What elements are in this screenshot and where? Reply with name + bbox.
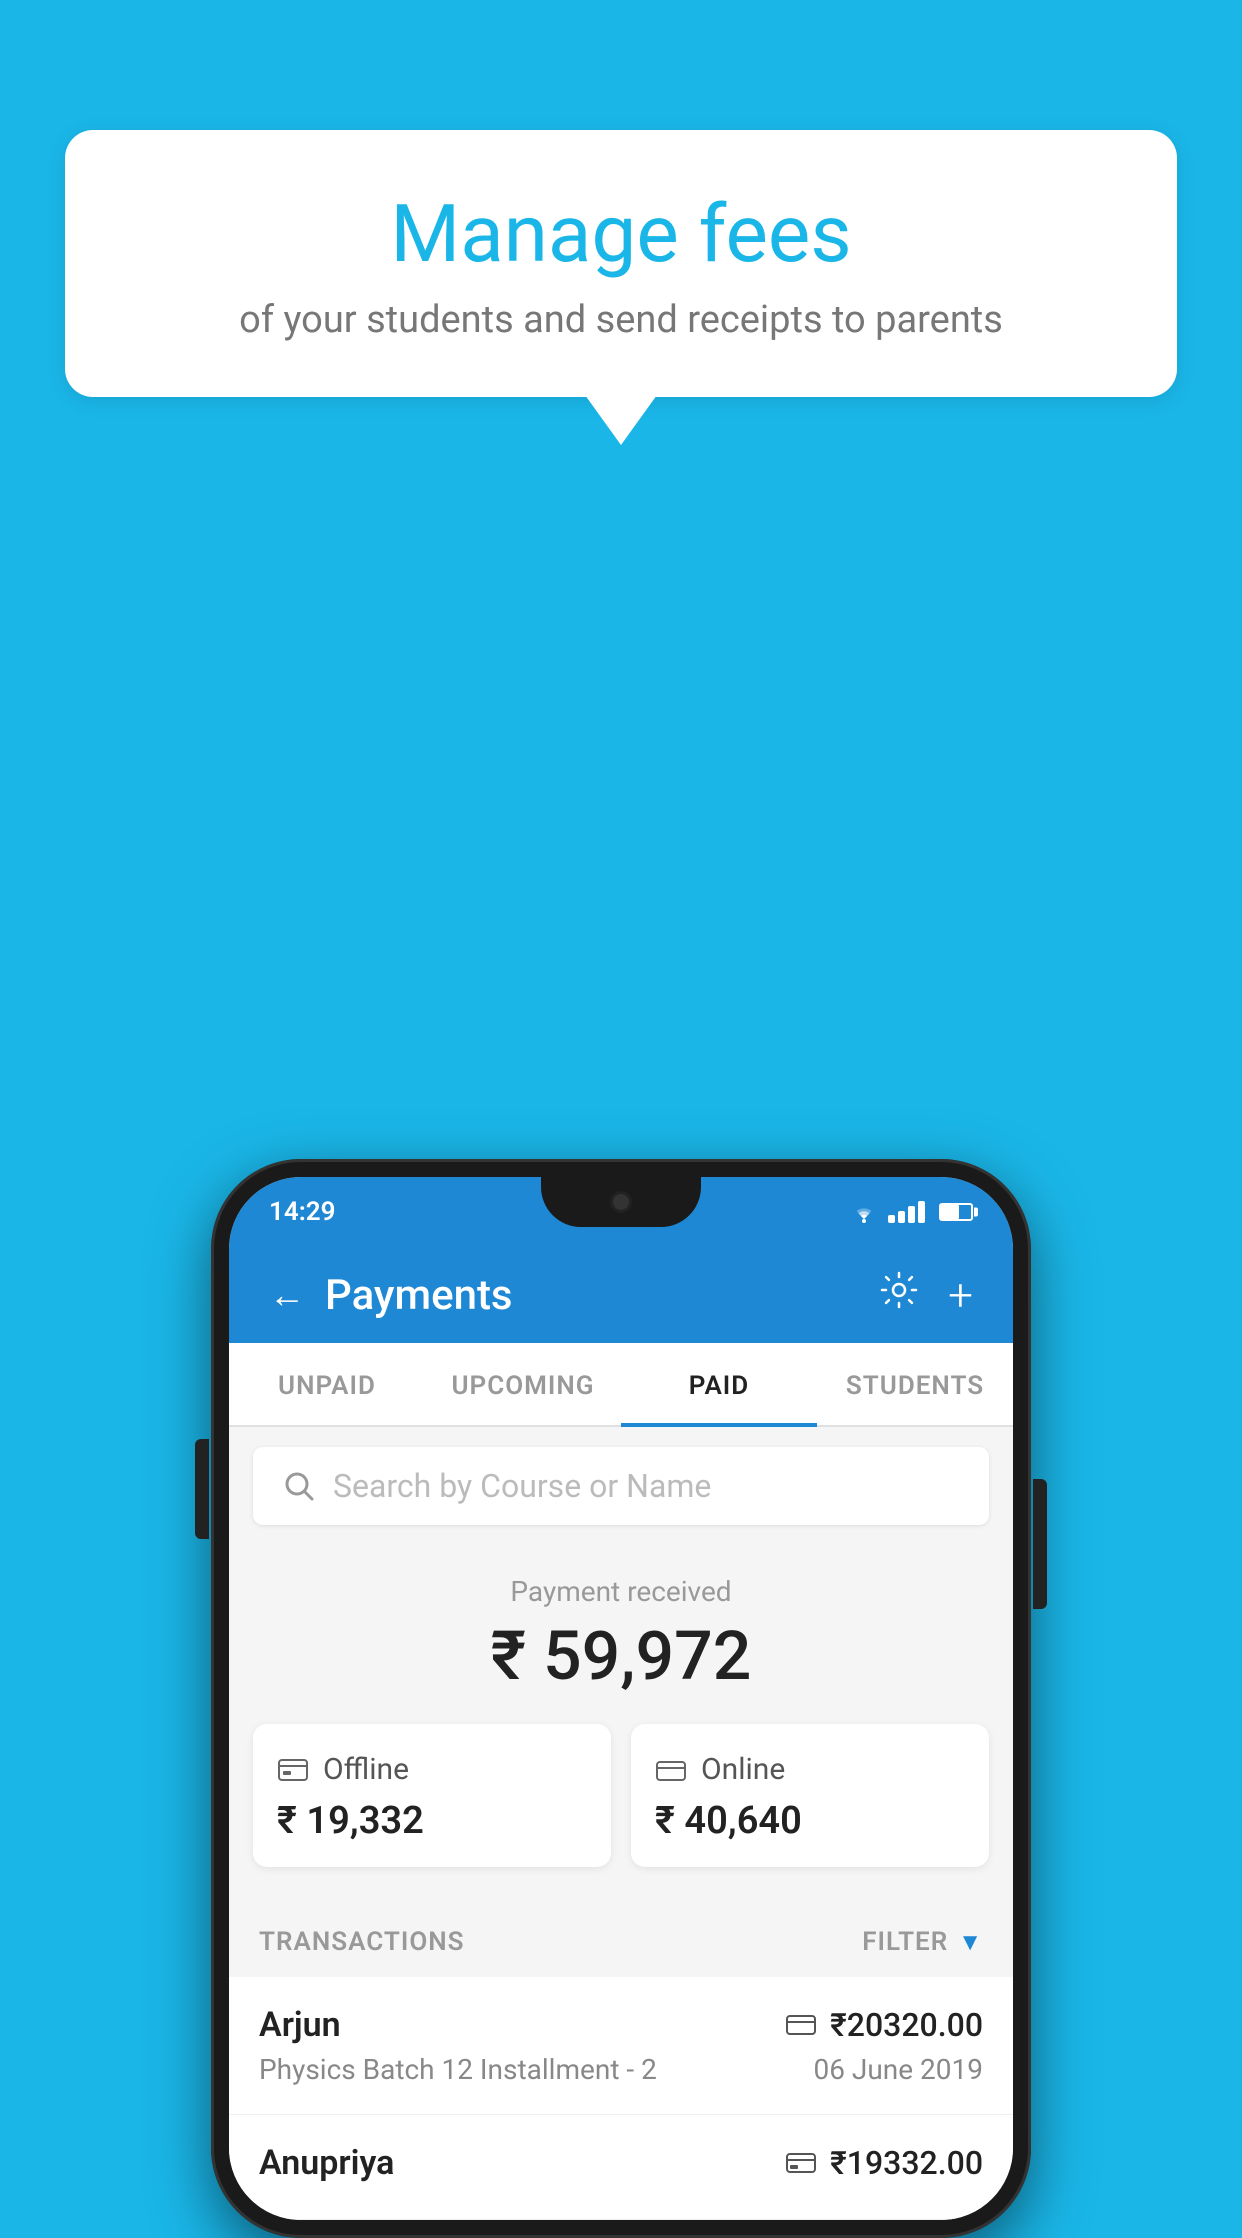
transaction-amount: ₹20320.00 xyxy=(830,2006,983,2044)
back-button[interactable]: ← xyxy=(269,1274,305,1316)
status-time: 14:29 xyxy=(269,1197,336,1227)
offline-amount: ₹ 19,332 xyxy=(277,1799,587,1843)
status-icons xyxy=(850,1201,973,1223)
speech-bubble: Manage fees of your students and send re… xyxy=(65,130,1177,397)
camera xyxy=(610,1191,632,1213)
signal-icon xyxy=(888,1201,925,1223)
phone-screen: 14:29 xyxy=(229,1177,1013,2220)
transactions-label: TRANSACTIONS xyxy=(259,1927,465,1957)
notch xyxy=(541,1177,701,1227)
transaction-amount-right: ₹19332.00 xyxy=(786,2144,983,2182)
transaction-name: Arjun xyxy=(259,2005,341,2045)
transaction-amount: ₹19332.00 xyxy=(830,2144,983,2182)
online-payment-icon xyxy=(786,2013,816,2037)
transaction-amount-right: ₹20320.00 xyxy=(786,2006,983,2044)
tab-students[interactable]: STUDENTS xyxy=(817,1343,1013,1425)
search-input[interactable]: Search by Course or Name xyxy=(333,1467,711,1505)
bubble-subtitle: of your students and send receipts to pa… xyxy=(125,298,1117,342)
tab-upcoming[interactable]: UPCOMING xyxy=(425,1343,621,1425)
header-right: + xyxy=(880,1269,973,1321)
search-icon xyxy=(281,1468,317,1504)
battery-icon xyxy=(939,1203,973,1221)
settings-icon[interactable] xyxy=(880,1271,918,1319)
offline-label: Offline xyxy=(323,1752,409,1787)
offline-icon xyxy=(277,1754,309,1786)
filter-label: FILTER xyxy=(862,1927,948,1957)
page-title: Payments xyxy=(325,1271,513,1320)
background: Manage fees of your students and send re… xyxy=(0,0,1242,2208)
tab-unpaid[interactable]: UNPAID xyxy=(229,1343,425,1425)
bubble-title: Manage fees xyxy=(125,190,1117,278)
add-button[interactable]: + xyxy=(948,1269,973,1321)
payment-summary: Payment received ₹ 59,972 Offli xyxy=(229,1545,1013,1907)
online-card: Online ₹ 40,640 xyxy=(631,1724,989,1867)
payment-total-amount: ₹ 59,972 xyxy=(253,1616,989,1696)
tabs-bar: UNPAID UPCOMING PAID STUDENTS xyxy=(229,1343,1013,1427)
transaction-name: Anupriya xyxy=(259,2143,394,2183)
filter-icon: ▼ xyxy=(958,1928,983,1957)
search-container: Search by Course or Name xyxy=(229,1427,1013,1545)
transactions-header: TRANSACTIONS FILTER ▼ xyxy=(229,1907,1013,1977)
wifi-icon xyxy=(850,1201,878,1223)
transaction-list: Arjun ₹20320.00 Physics Batch 12 Install… xyxy=(229,1977,1013,2220)
payment-cards: Offline ₹ 19,332 Online xyxy=(253,1724,989,1867)
online-label: Online xyxy=(701,1752,785,1787)
phone-outer: 14:29 xyxy=(211,1159,1031,2238)
app-header: ← Payments + xyxy=(229,1247,1013,1343)
table-row[interactable]: Anupriya ₹19332.00 xyxy=(229,2115,1013,2220)
online-icon xyxy=(655,1754,687,1786)
search-box[interactable]: Search by Course or Name xyxy=(253,1447,989,1525)
speech-bubble-container: Manage fees of your students and send re… xyxy=(65,130,1177,397)
payment-received-label: Payment received xyxy=(253,1575,989,1608)
table-row[interactable]: Arjun ₹20320.00 Physics Batch 12 Install… xyxy=(229,1977,1013,2115)
offline-card: Offline ₹ 19,332 xyxy=(253,1724,611,1867)
transaction-date: 06 June 2019 xyxy=(813,2053,983,2086)
tab-paid[interactable]: PAID xyxy=(621,1343,817,1425)
transaction-course: Physics Batch 12 Installment - 2 xyxy=(259,2053,657,2086)
phone-container: 14:29 xyxy=(211,1159,1031,2238)
offline-payment-icon xyxy=(786,2151,816,2175)
header-left: ← Payments xyxy=(269,1271,513,1320)
filter-button[interactable]: FILTER ▼ xyxy=(862,1927,983,1957)
online-amount: ₹ 40,640 xyxy=(655,1799,965,1843)
status-bar: 14:29 xyxy=(229,1177,1013,1247)
